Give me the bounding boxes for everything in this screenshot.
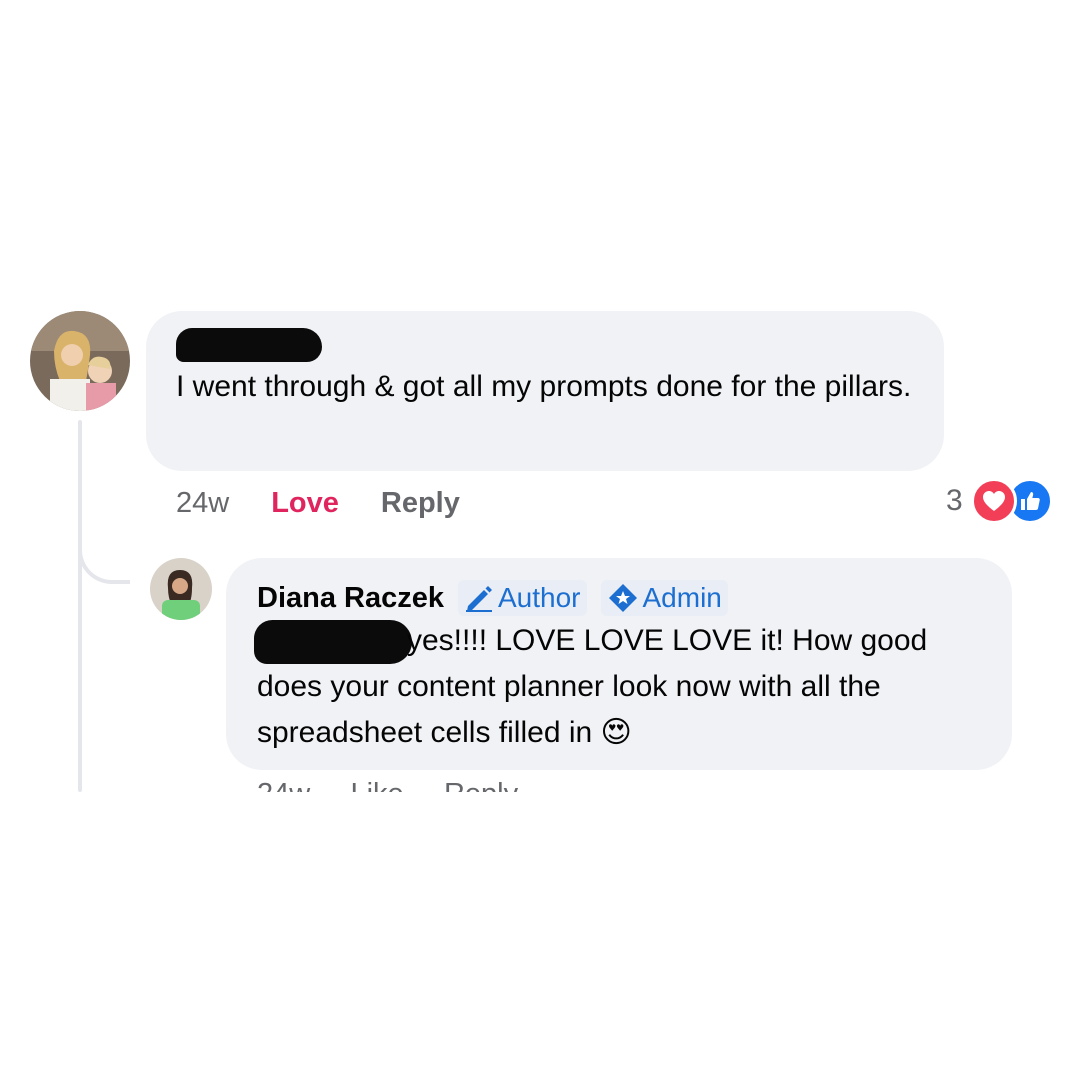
reply-button[interactable]: Reply	[381, 487, 460, 520]
commenter-avatar[interactable]	[30, 311, 130, 411]
admin-badge-label: Admin	[642, 582, 722, 613]
comment-text: I went through & got all my prompts done…	[176, 370, 912, 403]
thread-connector	[78, 520, 130, 584]
admin-shield-icon	[608, 584, 637, 612]
thread-line	[78, 420, 82, 792]
love-button[interactable]: Love	[271, 487, 339, 520]
reply-author-name[interactable]: Diana Raczek	[257, 582, 444, 615]
author-avatar[interactable]	[150, 558, 212, 620]
reply-actions-clipped: 24w Like Reply	[257, 782, 657, 792]
reply-author-row: Diana Raczek Author Admin	[257, 578, 728, 618]
author-badge-label: Author	[498, 582, 581, 613]
comment-timestamp[interactable]: 24w	[176, 487, 229, 520]
author-badge: Author	[458, 580, 587, 616]
reaction-count: 3	[946, 484, 963, 517]
love-icon	[970, 478, 1017, 524]
pencil-icon	[466, 586, 492, 612]
redacted-commenter-name	[176, 328, 322, 362]
comment-actions: 24w Love Reply	[176, 480, 460, 526]
reply-text: yes!!!! LOVE LOVE LOVE it! How good does…	[257, 624, 928, 749]
admin-badge: Admin	[600, 580, 728, 616]
reaction-summary[interactable]: 3	[946, 478, 1053, 524]
